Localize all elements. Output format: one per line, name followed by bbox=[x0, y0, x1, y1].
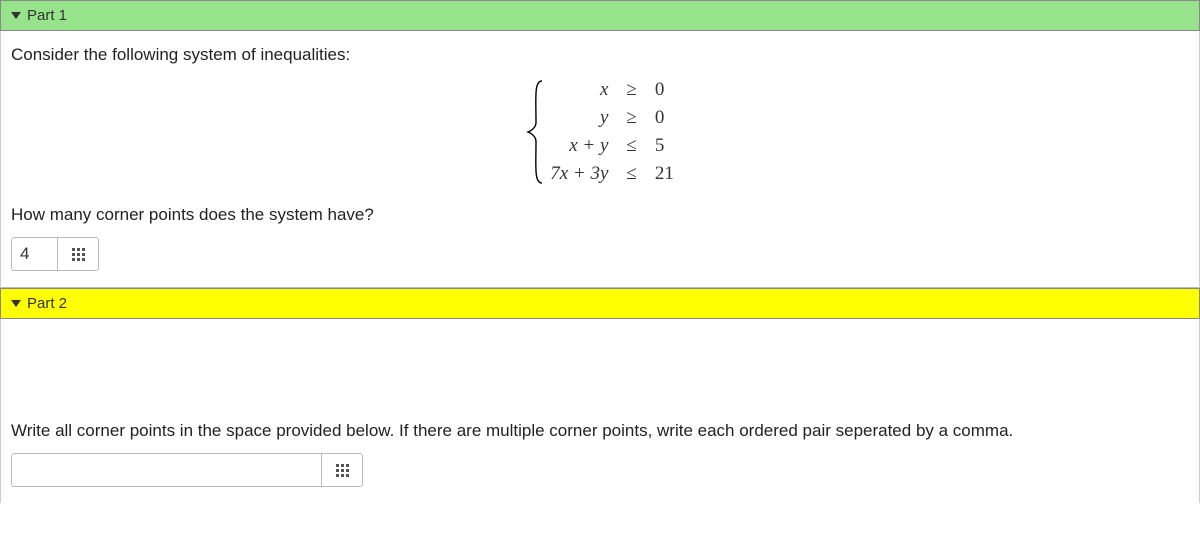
caret-down-icon bbox=[11, 12, 21, 19]
part2-question: Write all corner points in the space pro… bbox=[11, 421, 1189, 441]
part1-body: Consider the following system of inequal… bbox=[0, 31, 1200, 288]
keypad-button[interactable] bbox=[321, 453, 363, 487]
keypad-grid-icon bbox=[336, 464, 349, 477]
row1-op: ≥ bbox=[626, 79, 636, 101]
part1-answer-input[interactable] bbox=[11, 237, 57, 271]
part2-header[interactable]: Part 2 bbox=[0, 288, 1200, 319]
part2-answer-input[interactable] bbox=[11, 453, 321, 487]
part1-header[interactable]: Part 1 bbox=[0, 0, 1200, 31]
keypad-grid-icon bbox=[72, 248, 85, 261]
part1-header-label: Part 1 bbox=[27, 7, 67, 24]
part1-question: How many corner points does the system h… bbox=[11, 205, 1189, 225]
row2-op: ≥ bbox=[626, 107, 636, 129]
part1-prompt: Consider the following system of inequal… bbox=[11, 45, 1189, 65]
row3-op: ≤ bbox=[626, 135, 636, 157]
row4-lhs: 7x + 3y bbox=[550, 163, 608, 185]
part2-header-label: Part 2 bbox=[27, 295, 67, 312]
row1-rhs: 0 bbox=[655, 79, 674, 101]
row2-rhs: 0 bbox=[655, 107, 674, 129]
row2-lhs: y bbox=[550, 107, 608, 129]
problem-container: Part 1 Consider the following system of … bbox=[0, 0, 1200, 503]
caret-down-icon bbox=[11, 300, 21, 307]
part2-answer-row bbox=[11, 453, 1189, 487]
part2-spacer bbox=[11, 333, 1189, 413]
keypad-button[interactable] bbox=[57, 237, 99, 271]
part2-body: Write all corner points in the space pro… bbox=[0, 319, 1200, 503]
row3-lhs: x + y bbox=[550, 135, 608, 157]
row1-lhs: x bbox=[550, 79, 608, 101]
inequality-system: x ≥ 0 y ≥ 0 x + y ≤ 5 7x + 3y ≤ 21 bbox=[11, 79, 1189, 185]
row4-op: ≤ bbox=[626, 163, 636, 185]
row4-rhs: 21 bbox=[655, 163, 674, 185]
part1-answer-row bbox=[11, 237, 1189, 271]
left-brace-icon bbox=[526, 79, 546, 185]
system-grid: x ≥ 0 y ≥ 0 x + y ≤ 5 7x + 3y ≤ 21 bbox=[550, 79, 674, 185]
row3-rhs: 5 bbox=[655, 135, 674, 157]
